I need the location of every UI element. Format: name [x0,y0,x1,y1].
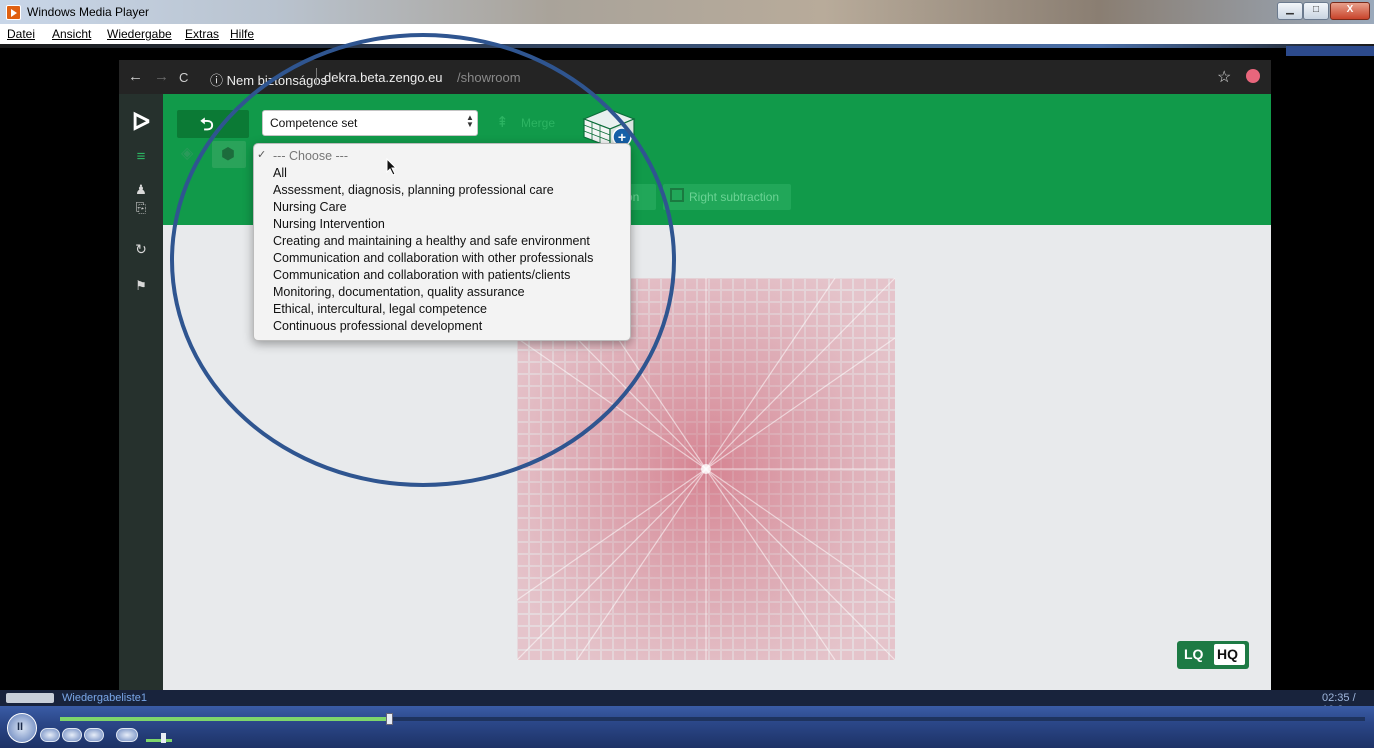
player-controls [0,706,1374,748]
menu-bar: Datei Ansicht Wiedergabe Extras Hilfe [0,24,1374,45]
back-icon[interactable]: ← [128,68,143,85]
menu-datei[interactable]: Datei [7,27,35,41]
media-player-app-icon [6,5,21,20]
volume-slider[interactable] [146,739,172,742]
logout-icon[interactable]: ⎘ [119,200,163,216]
right-subtraction-icon [670,188,684,202]
seek-thumb[interactable] [386,713,393,725]
user-icon[interactable]: ♟ [119,182,163,198]
playlist-name[interactable]: Wiedergabeliste1 [62,692,147,704]
right-subtraction-label: Right subtraction [689,190,780,204]
menu-ansicht[interactable]: Ansicht [52,27,91,41]
high-quality-option[interactable]: HQ [1217,646,1238,662]
minimize-icon: ▁ [1286,4,1294,15]
refresh-icon[interactable]: ↻ [119,241,163,258]
bookmark-star-icon[interactable]: ☆ [1217,67,1231,87]
mute-button[interactable] [116,728,138,742]
menu-wiedergabe[interactable]: Wiedergabe [107,27,172,41]
maximize-button[interactable]: □ [1303,2,1329,20]
window-title-bar [0,0,1374,24]
maximize-icon: □ [1312,4,1320,15]
menu-icon[interactable]: ≡ [119,148,163,165]
forward-icon[interactable]: → [154,68,169,85]
stop-button[interactable] [40,728,60,742]
close-button[interactable]: X [1330,2,1370,20]
menu-extras[interactable]: Extras [185,27,219,41]
menu-hilfe[interactable]: Hilfe [230,27,254,41]
previous-button[interactable] [62,728,82,742]
low-quality-option[interactable]: LQ [1184,646,1203,662]
close-icon: X [1346,4,1354,15]
mini-controls-strip [1286,46,1374,56]
playlist-bar [0,690,1374,706]
volume-thumb[interactable] [161,733,166,743]
reload-icon[interactable]: C [179,70,188,85]
next-button[interactable] [84,728,104,742]
annotation-circle [170,33,676,487]
logo-icon[interactable]: ᐅ [119,108,163,137]
minimize-button[interactable]: ▁ [1277,2,1303,20]
playlist-toggle-icon[interactable] [6,693,54,703]
pause-icon: II [17,721,24,733]
flag-icon[interactable]: ⚑ [119,278,163,294]
extension-icon[interactable] [1246,69,1260,83]
seek-progress [60,717,390,721]
app-sidebar: ᐅ ≡ ♟ ⎘ ↻ ⚑ [119,94,163,690]
window-title: Windows Media Player [27,5,150,19]
video-top-edge [0,44,1374,48]
